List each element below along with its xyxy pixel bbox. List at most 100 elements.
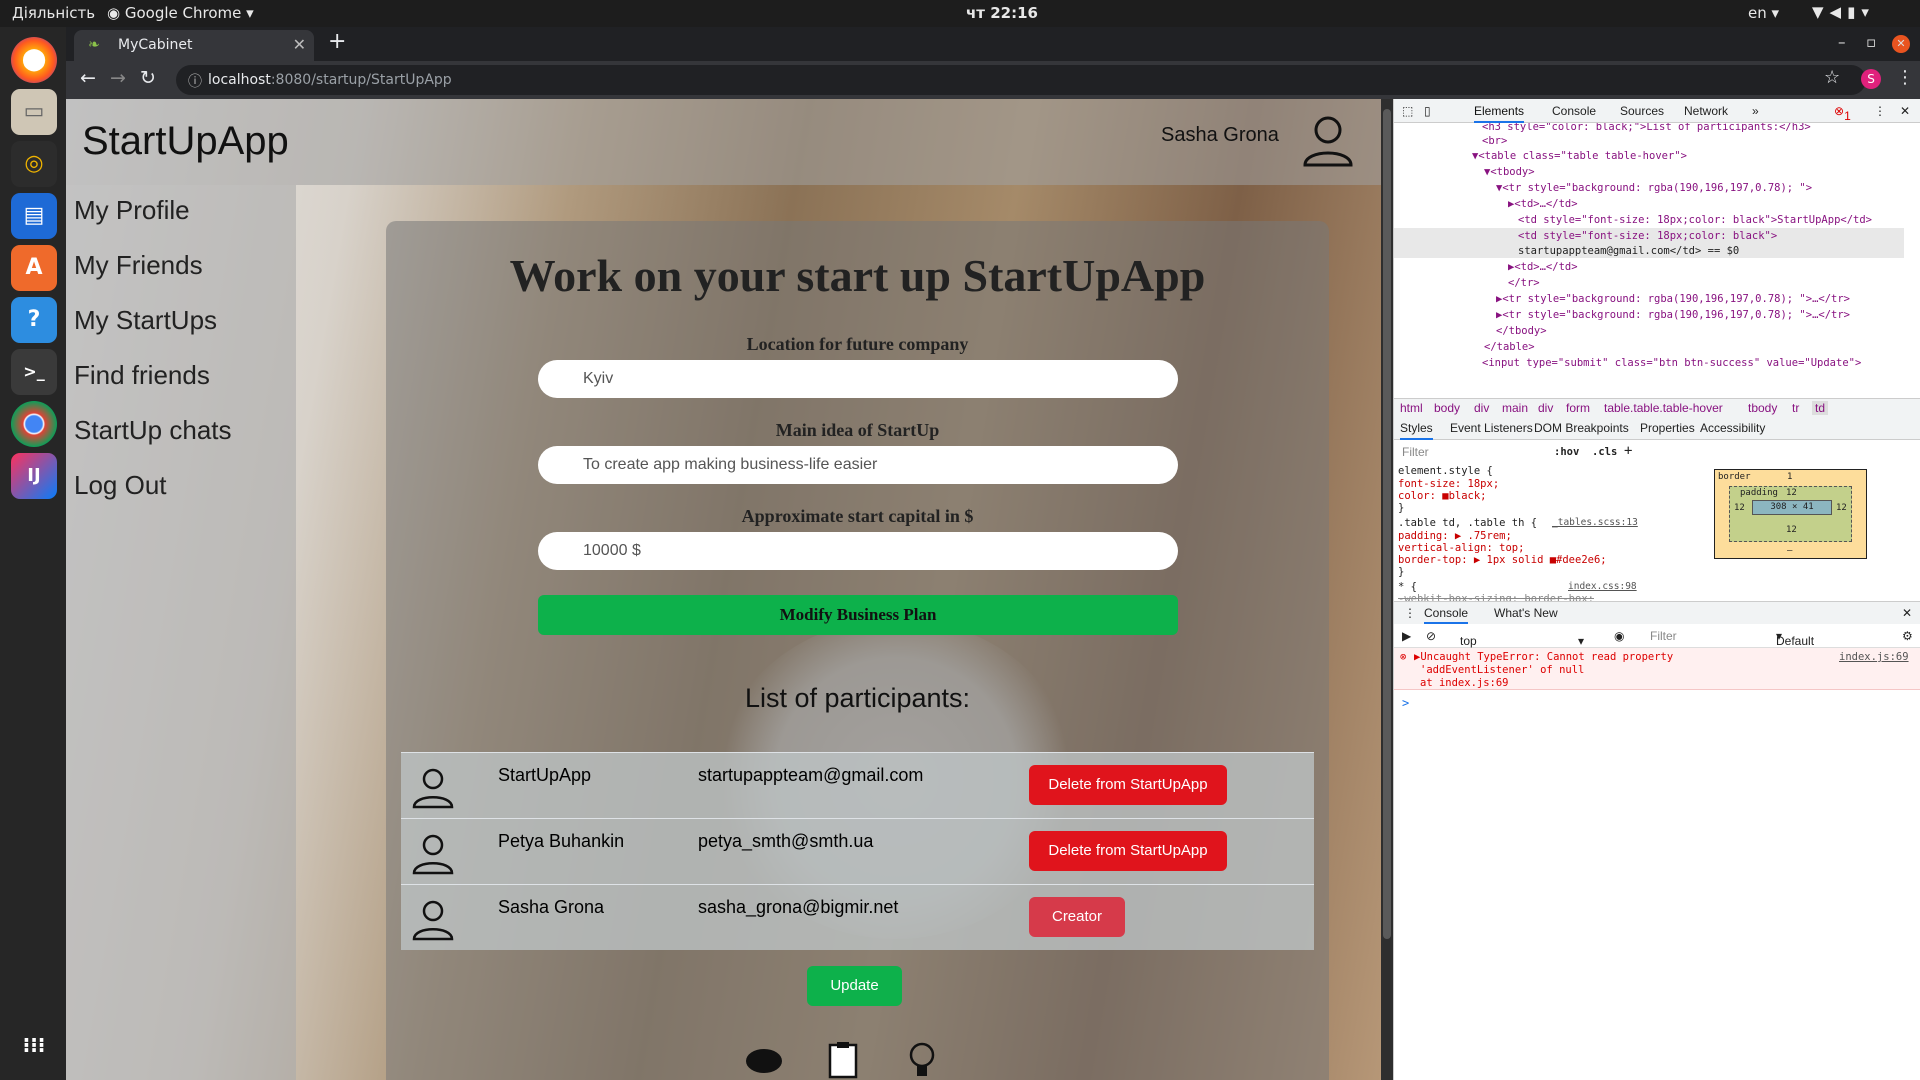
crumb-item[interactable]: div — [1538, 401, 1553, 415]
delete-participant-button[interactable]: Delete from StartUpApp — [1029, 831, 1227, 871]
dom-line[interactable]: ▶<tr style="background: rgba(190,196,197… — [1496, 309, 1850, 321]
drawer-menu-icon[interactable]: ⋮ — [1404, 606, 1416, 620]
dom-line-selected[interactable]: startupappteam@gmail.com</td> == $0 — [1518, 245, 1739, 257]
sidebar-item-my-friends[interactable]: My Friends — [74, 250, 203, 281]
chat-icon[interactable] — [744, 1039, 784, 1079]
forward-button[interactable]: → — [110, 67, 126, 89]
delete-participant-button[interactable]: Delete from StartUpApp — [1029, 765, 1227, 805]
add-rule-icon[interactable]: + — [1624, 443, 1632, 459]
style-line[interactable]: font-size: 18px; — [1398, 478, 1499, 490]
devtools-menu-icon[interactable]: ⋮ — [1874, 104, 1886, 118]
sidebar-item-find-friends[interactable]: Find friends — [74, 360, 210, 391]
tab-console[interactable]: Console — [1552, 104, 1596, 118]
dom-line[interactable]: <input type="submit" class="btn btn-succ… — [1482, 357, 1861, 369]
info-icon[interactable]: ⓘ — [188, 71, 202, 91]
crumb-item[interactable]: form — [1566, 401, 1590, 415]
inspect-icon[interactable]: ⬚ — [1402, 104, 1413, 118]
bookmark-star-icon[interactable]: ☆ — [1824, 67, 1840, 88]
intellij-icon[interactable]: IJ — [11, 453, 57, 499]
firefox-icon[interactable]: ⬤ — [11, 37, 57, 83]
drawer-close-icon[interactable]: ✕ — [1902, 606, 1912, 620]
console-prompt[interactable]: > — [1402, 696, 1409, 710]
maximize-button[interactable]: ▫ — [1866, 33, 1876, 51]
dom-line[interactable]: ▶<td>…</td> — [1508, 198, 1578, 210]
error-line[interactable]: ▶Uncaught TypeError: Cannot read propert… — [1414, 651, 1673, 663]
more-tabs-icon[interactable]: » — [1752, 104, 1759, 118]
sidebar-item-my-profile[interactable]: My Profile — [74, 195, 190, 226]
tab-mycabinet[interactable]: ❧ MyCabinet ✕ — [74, 30, 314, 61]
styles-filter[interactable]: Filter — [1402, 445, 1429, 459]
address-bar[interactable]: ⓘ localhost:8080/startup/StartUpApp — [176, 65, 1866, 95]
brand-logo[interactable]: StartUpApp — [82, 119, 289, 164]
sidebar-item-log-out[interactable]: Log Out — [74, 470, 167, 501]
dom-line[interactable]: <td style="font-size: 18px;color: black"… — [1518, 214, 1872, 226]
gear-icon[interactable]: ⚙ — [1902, 629, 1913, 643]
crumb-item[interactable]: tbody — [1748, 401, 1777, 415]
crumb-item[interactable]: body — [1434, 401, 1460, 415]
page-scrollbar[interactable] — [1381, 99, 1393, 1080]
idea-field[interactable]: To create app making business-life easie… — [538, 446, 1178, 484]
hov-toggle[interactable]: :hov — [1554, 446, 1579, 458]
crumb-item[interactable]: table.table.table-hover — [1604, 401, 1723, 415]
dom-line[interactable]: ▼<tr style="background: rgba(190,196,197… — [1496, 182, 1812, 194]
crumb-item[interactable]: div — [1474, 401, 1489, 415]
error-source-link[interactable]: index.js:69 — [1839, 651, 1909, 663]
update-button[interactable]: Update — [807, 966, 902, 1006]
window-close-button[interactable]: ✕ — [1892, 35, 1910, 53]
eye-icon[interactable]: ◉ — [1614, 629, 1624, 643]
tab-properties[interactable]: Properties — [1640, 421, 1695, 435]
dom-line[interactable]: </tbody> — [1496, 325, 1547, 337]
app-menu[interactable]: ◉ Google Chrome ▾ — [107, 4, 254, 22]
sidebar-toggle-icon[interactable]: ▶ — [1402, 629, 1411, 643]
back-button[interactable]: ← — [80, 67, 96, 89]
profile-avatar[interactable]: S — [1861, 69, 1881, 89]
dom-line-selected[interactable]: <td style="font-size: 18px;color: black"… — [1518, 230, 1777, 242]
tab-whats-new[interactable]: What's New — [1494, 606, 1558, 620]
menu-icon[interactable]: ⋮ — [1896, 67, 1914, 88]
chrome-dock-icon[interactable] — [11, 401, 57, 447]
crumb-item[interactable]: main — [1502, 401, 1528, 415]
style-line[interactable]: padding: ▶ .75rem; — [1398, 530, 1512, 542]
writer-icon[interactable]: ▤ — [11, 193, 57, 239]
dom-line[interactable]: ▼<table class="table table-hover"> — [1472, 150, 1687, 162]
tab-dom-breakpoints[interactable]: DOM Breakpoints — [1534, 421, 1629, 435]
clipboard-icon[interactable] — [823, 1039, 863, 1079]
crumb-item[interactable]: td — [1812, 401, 1829, 415]
show-apps-icon[interactable]: ⁝⁝⁝ — [11, 1022, 57, 1068]
style-source-link[interactable]: _tables.scss:13 — [1552, 517, 1638, 528]
user-name[interactable]: Sasha Grona — [1161, 124, 1279, 147]
modify-business-plan-button[interactable]: Modify Business Plan — [538, 595, 1178, 635]
lightbulb-icon[interactable] — [902, 1039, 942, 1079]
clear-console-icon[interactable]: ⊘ — [1426, 629, 1436, 643]
scrollbar-thumb[interactable] — [1383, 109, 1391, 939]
system-tray[interactable]: ▼◀▮▾ — [1812, 3, 1875, 21]
language-indicator[interactable]: en ▾ — [1748, 4, 1779, 22]
box-content[interactable]: 308 × 41 — [1752, 500, 1832, 515]
cls-toggle[interactable]: .cls — [1592, 446, 1617, 458]
clock[interactable]: чт 22:16 — [966, 4, 1038, 22]
dom-line[interactable]: ▶<td>…</td> — [1508, 261, 1578, 273]
tab-network[interactable]: Network — [1684, 104, 1728, 118]
capital-field[interactable]: 10000 $ — [538, 532, 1178, 570]
dom-line[interactable]: ▼<tbody> — [1484, 166, 1535, 178]
close-icon[interactable]: ✕ — [293, 35, 306, 54]
sidebar-item-my-startups[interactable]: My StartUps — [74, 305, 217, 336]
dom-line[interactable]: <h3 style="color: black;">List of partic… — [1482, 123, 1811, 133]
console-filter-input[interactable]: Filter — [1650, 629, 1677, 643]
devtools-close-icon[interactable]: ✕ — [1900, 104, 1910, 118]
levels-select[interactable]: Default levels ▾ — [1776, 629, 1814, 662]
sidebar-item-startup-chats[interactable]: StartUp chats — [74, 415, 232, 446]
user-icon[interactable] — [1301, 113, 1355, 167]
style-source-link[interactable]: index.css:98 — [1568, 581, 1637, 592]
dom-line[interactable]: ▶<tr style="background: rgba(190,196,197… — [1496, 293, 1850, 305]
creator-button[interactable]: Creator — [1029, 897, 1125, 937]
tab-elements[interactable]: Elements — [1474, 104, 1525, 123]
tab-event-listeners[interactable]: Event Listeners — [1450, 421, 1533, 435]
tab-sources[interactable]: Sources — [1620, 104, 1664, 118]
terminal-icon[interactable]: >_ — [11, 349, 57, 395]
style-line[interactable]: color: ■black; — [1398, 490, 1487, 502]
style-line[interactable]: vertical-align: top; — [1398, 542, 1524, 554]
activities-button[interactable]: Діяльність — [12, 4, 95, 22]
error-count[interactable]: ⊗ 1 — [1834, 104, 1851, 123]
tab-accessibility[interactable]: Accessibility — [1700, 421, 1765, 435]
